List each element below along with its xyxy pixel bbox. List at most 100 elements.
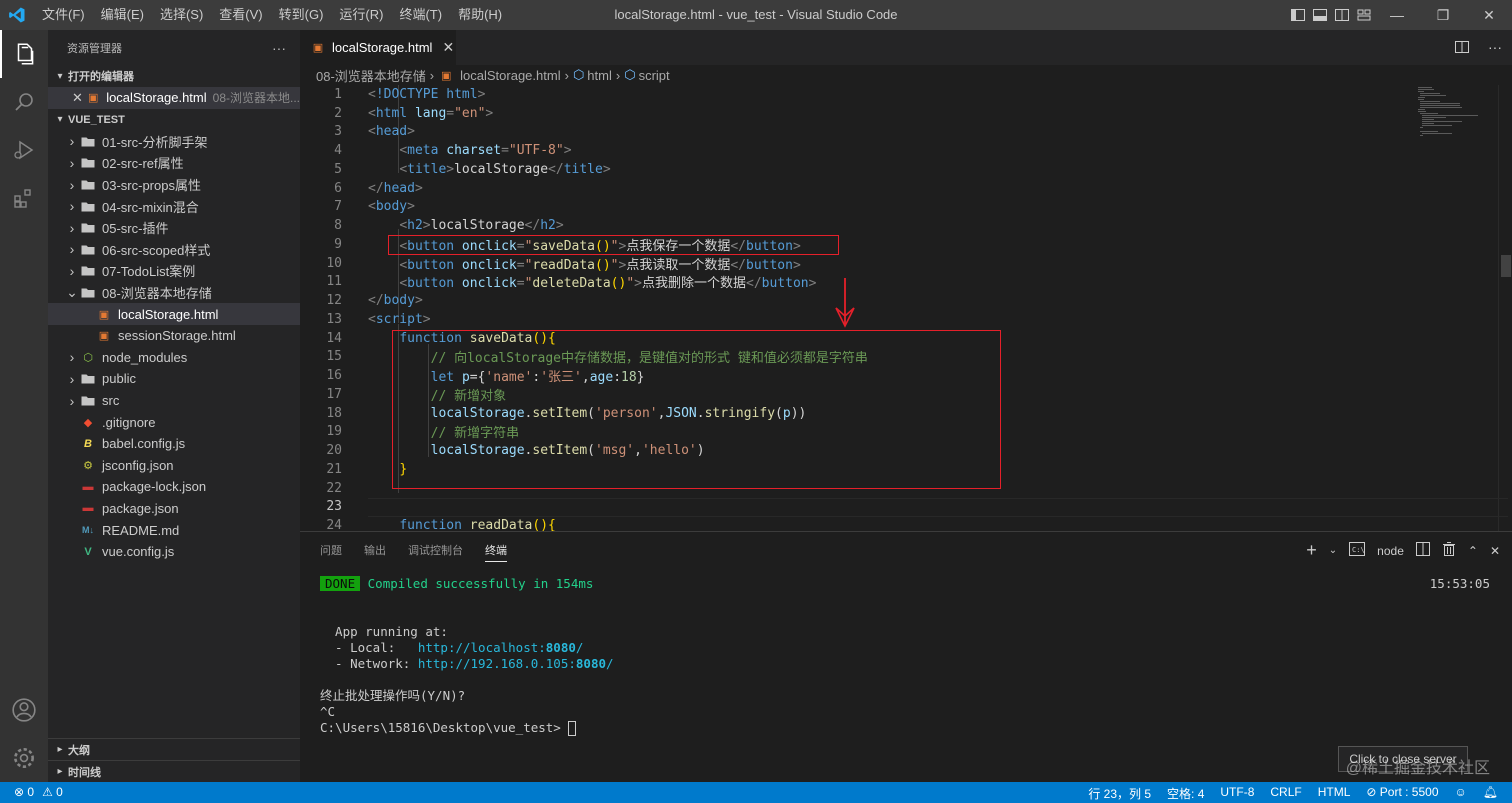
chevron-down-icon[interactable]: ⌄ bbox=[1329, 545, 1337, 556]
folder-item[interactable]: › 07-TodoList案例 bbox=[48, 260, 300, 282]
folder-icon bbox=[80, 265, 96, 277]
breadcrumb-file[interactable]: localStorage.html bbox=[460, 68, 560, 83]
annotation-box-button bbox=[388, 235, 839, 255]
bell-icon[interactable]: 🔔︎ bbox=[1483, 785, 1498, 802]
outline-section[interactable]: ▸ 大纲 bbox=[48, 738, 300, 760]
maximize-panel-icon[interactable]: ⌃ bbox=[1468, 544, 1478, 558]
restore-icon[interactable]: ❐ bbox=[1420, 0, 1466, 30]
file-item[interactable]: ▣ localStorage.html bbox=[48, 303, 300, 325]
code-line[interactable]: 7 <body> bbox=[300, 198, 1400, 217]
language-mode[interactable]: HTML bbox=[1318, 785, 1351, 802]
file-item[interactable]: M↓ README.md bbox=[48, 519, 300, 541]
code-line[interactable]: 2 <html lang="en"> bbox=[300, 104, 1400, 123]
folder-item[interactable]: › 03-src-props属性 bbox=[48, 174, 300, 196]
extensions-icon[interactable] bbox=[0, 174, 48, 222]
chevron-right-icon: › bbox=[69, 154, 75, 171]
file-item[interactable]: ▬ package.json bbox=[48, 498, 300, 520]
folder-item[interactable]: › 06-src-scoped样式 bbox=[48, 239, 300, 261]
editor-scrollbar[interactable] bbox=[1498, 85, 1512, 531]
menu-item[interactable]: 终端(T) bbox=[391, 0, 450, 30]
tab-output[interactable]: 输出 bbox=[364, 542, 386, 562]
indentation[interactable]: 空格: 4 bbox=[1167, 785, 1204, 802]
minimap[interactable] bbox=[1408, 85, 1498, 145]
menu-item[interactable]: 编辑(E) bbox=[93, 0, 152, 30]
breadcrumb-folder[interactable]: 08-浏览器本地存储 bbox=[316, 66, 426, 85]
open-editors-section[interactable]: ▾ 打开的编辑器 bbox=[48, 65, 300, 87]
more-actions-icon[interactable]: ··· bbox=[1488, 39, 1502, 58]
project-section[interactable]: ▾ VUE_TEST bbox=[48, 109, 300, 131]
code-line[interactable]: 24 function readData(){ bbox=[300, 516, 1400, 531]
timeline-section[interactable]: ▸ 时间线 bbox=[48, 760, 300, 782]
file-item[interactable]: ⚙ jsconfig.json bbox=[48, 455, 300, 477]
folder-item[interactable]: › 04-src-mixin混合 bbox=[48, 195, 300, 217]
customize-layout-icon[interactable] bbox=[1356, 7, 1372, 23]
account-icon[interactable] bbox=[0, 686, 48, 734]
close-icon[interactable]: ✕ bbox=[442, 39, 454, 56]
close-window-icon[interactable]: ✕ bbox=[1466, 0, 1512, 30]
line-number: 6 bbox=[334, 180, 342, 196]
code-line[interactable]: 1 <!DOCTYPE html> bbox=[300, 85, 1400, 104]
network-label: - Network: bbox=[320, 656, 418, 671]
explorer-icon[interactable] bbox=[0, 30, 48, 78]
minimize-icon[interactable]: — bbox=[1374, 0, 1420, 30]
split-terminal-icon[interactable] bbox=[1415, 542, 1430, 559]
line-ending[interactable]: CRLF bbox=[1270, 785, 1301, 802]
file-item[interactable]: Vvue.config.js bbox=[48, 541, 300, 563]
menu-item[interactable]: 帮助(H) bbox=[450, 0, 510, 30]
live-server-port[interactable]: ⊘ Port : 5500 bbox=[1366, 785, 1438, 802]
file-item[interactable]: Bbabel.config.js bbox=[48, 433, 300, 455]
cursor-position[interactable]: 行 23，列 5 bbox=[1088, 785, 1151, 802]
code-line[interactable]: 8 <h2>localStorage</h2> bbox=[300, 216, 1400, 235]
toggle-sidebar-icon[interactable] bbox=[1290, 7, 1306, 23]
local-url[interactable]: http://localhost: bbox=[418, 640, 546, 655]
more-actions-icon[interactable]: ··· bbox=[272, 40, 286, 56]
warnings-count[interactable]: ⚠ 0 bbox=[42, 785, 63, 799]
feedback-icon[interactable]: ☺ bbox=[1455, 785, 1467, 802]
toggle-secondary-sidebar-icon[interactable] bbox=[1334, 7, 1350, 23]
network-url[interactable]: http://192.168.0.105: bbox=[418, 656, 576, 671]
encoding[interactable]: UTF-8 bbox=[1220, 785, 1254, 802]
errors-count[interactable]: ⊗ 0 bbox=[14, 785, 34, 799]
folder-item[interactable]: ⌄ 08-浏览器本地存储 bbox=[48, 282, 300, 304]
folder-item[interactable]: › 05-src-插件 bbox=[48, 217, 300, 239]
folder-item[interactable]: › src bbox=[48, 390, 300, 412]
code-line[interactable]: 3 <head> bbox=[300, 123, 1400, 142]
file-item[interactable]: ◆ .gitignore bbox=[48, 411, 300, 433]
code-line[interactable]: 23 bbox=[300, 498, 1400, 517]
menu-item[interactable]: 查看(V) bbox=[211, 0, 270, 30]
file-item[interactable]: ▣ sessionStorage.html bbox=[48, 325, 300, 347]
menu-item[interactable]: 文件(F) bbox=[34, 0, 93, 30]
run-debug-icon[interactable] bbox=[0, 126, 48, 174]
folder-item[interactable]: › ⬡ node_modules bbox=[48, 347, 300, 369]
folder-item[interactable]: › 01-src-分析脚手架 bbox=[48, 131, 300, 153]
menu-item[interactable]: 运行(R) bbox=[331, 0, 391, 30]
open-editor-item[interactable]: ✕ ▣ localStorage.html 08-浏览器本地... bbox=[48, 87, 300, 109]
code-line[interactable]: 4 <meta charset="UTF-8"> bbox=[300, 141, 1400, 160]
code-line[interactable]: 5 <title>localStorage</title> bbox=[300, 160, 1400, 179]
line-number: 17 bbox=[326, 386, 342, 402]
menu-item[interactable]: 转到(G) bbox=[271, 0, 332, 30]
settings-gear-icon[interactable] bbox=[0, 734, 48, 782]
trash-icon[interactable] bbox=[1442, 542, 1456, 559]
toggle-panel-icon[interactable] bbox=[1312, 7, 1328, 23]
terminal-name[interactable]: node bbox=[1377, 544, 1404, 558]
tab-debug-console[interactable]: 调试控制台 bbox=[408, 542, 463, 562]
code-line[interactable]: 10 <button onclick="readData()">点我读取一个数据… bbox=[300, 254, 1400, 273]
terminal-output[interactable]: DONE Compiled successfully in 154ms App … bbox=[320, 576, 1490, 736]
code-line[interactable]: 6 </head> bbox=[300, 179, 1400, 198]
split-editor-icon[interactable] bbox=[1454, 39, 1470, 58]
close-panel-icon[interactable]: ✕ bbox=[1490, 544, 1500, 558]
search-icon[interactable] bbox=[0, 78, 48, 126]
breadcrumb-script[interactable]: script bbox=[639, 68, 670, 83]
file-item[interactable]: ▬ package-lock.json bbox=[48, 476, 300, 498]
menu-item[interactable]: 选择(S) bbox=[152, 0, 211, 30]
tab-localstorage[interactable]: ▣ localStorage.html ✕ bbox=[300, 30, 456, 65]
line-number: 18 bbox=[326, 405, 342, 421]
close-icon[interactable]: ✕ bbox=[72, 90, 86, 106]
tab-terminal[interactable]: 终端 bbox=[485, 542, 507, 562]
new-terminal-icon[interactable]: + bbox=[1306, 540, 1317, 561]
folder-item[interactable]: › 02-src-ref属性 bbox=[48, 152, 300, 174]
breadcrumb-html[interactable]: html bbox=[587, 68, 612, 83]
tab-problems[interactable]: 问题 bbox=[320, 542, 342, 562]
folder-item[interactable]: › public bbox=[48, 368, 300, 390]
